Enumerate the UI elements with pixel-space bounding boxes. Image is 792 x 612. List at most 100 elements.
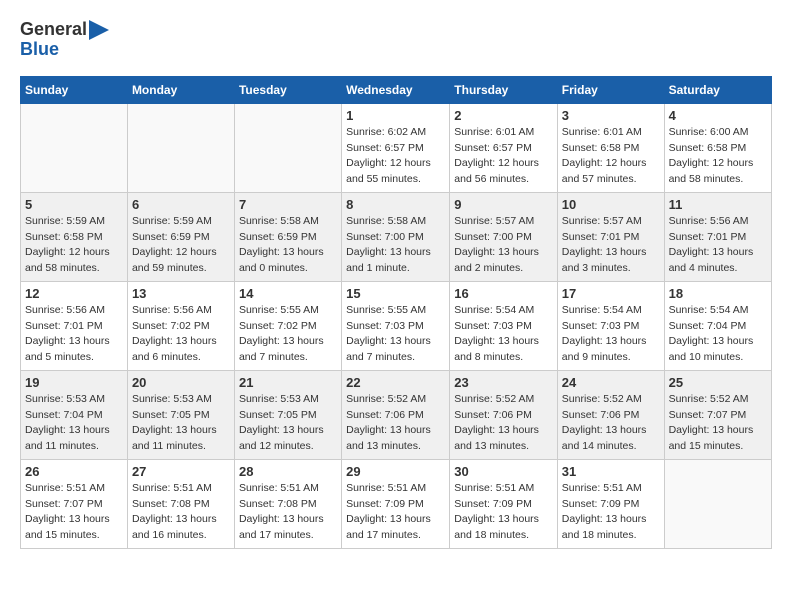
- calendar-day-cell: 16 Sunrise: 5:54 AMSunset: 7:03 PMDayligh…: [450, 281, 558, 370]
- day-of-week-header: Friday: [557, 76, 664, 103]
- day-number: 19: [25, 375, 123, 390]
- day-info: Sunrise: 5:51 AMSunset: 7:07 PMDaylight:…: [25, 481, 123, 544]
- day-info: Sunrise: 5:57 AMSunset: 7:00 PMDaylight:…: [454, 214, 553, 277]
- calendar-day-cell: [127, 103, 234, 192]
- day-info: Sunrise: 5:51 AMSunset: 7:09 PMDaylight:…: [454, 481, 553, 544]
- calendar-day-cell: 25 Sunrise: 5:52 AMSunset: 7:07 PMDayligh…: [664, 370, 771, 459]
- day-number: 9: [454, 197, 553, 212]
- logo-arrow-icon: [89, 20, 109, 40]
- calendar-day-cell: 4 Sunrise: 6:00 AMSunset: 6:58 PMDaylight…: [664, 103, 771, 192]
- day-number: 3: [562, 108, 660, 123]
- calendar-day-cell: 21 Sunrise: 5:53 AMSunset: 7:05 PMDayligh…: [234, 370, 341, 459]
- day-info: Sunrise: 5:53 AMSunset: 7:05 PMDaylight:…: [132, 392, 230, 455]
- day-info: Sunrise: 5:51 AMSunset: 7:08 PMDaylight:…: [132, 481, 230, 544]
- calendar-week-row: 5Sunrise: 5:59 AMSunset: 6:58 PMDaylight…: [21, 192, 772, 281]
- day-info: Sunrise: 6:00 AMSunset: 6:58 PMDaylight:…: [669, 125, 767, 188]
- day-of-week-header: Wednesday: [342, 76, 450, 103]
- calendar-day-cell: 8 Sunrise: 5:58 AMSunset: 7:00 PMDaylight…: [342, 192, 450, 281]
- day-info: Sunrise: 5:54 AMSunset: 7:03 PMDaylight:…: [562, 303, 660, 366]
- day-number: 8: [346, 197, 445, 212]
- day-info: Sunrise: 5:57 AMSunset: 7:01 PMDaylight:…: [562, 214, 660, 277]
- calendar-day-cell: 27Sunrise: 5:51 AMSunset: 7:08 PMDayligh…: [127, 459, 234, 548]
- day-info: Sunrise: 5:53 AMSunset: 7:04 PMDaylight:…: [25, 392, 123, 455]
- calendar-week-row: 26Sunrise: 5:51 AMSunset: 7:07 PMDayligh…: [21, 459, 772, 548]
- calendar-day-cell: 20 Sunrise: 5:53 AMSunset: 7:05 PMDayligh…: [127, 370, 234, 459]
- calendar-day-cell: 15 Sunrise: 5:55 AMSunset: 7:03 PMDayligh…: [342, 281, 450, 370]
- calendar-day-cell: [21, 103, 128, 192]
- day-number: 13: [132, 286, 230, 301]
- calendar-day-cell: 11 Sunrise: 5:56 AMSunset: 7:01 PMDayligh…: [664, 192, 771, 281]
- calendar-day-cell: 12Sunrise: 5:56 AMSunset: 7:01 PMDayligh…: [21, 281, 128, 370]
- calendar-day-cell: 23 Sunrise: 5:52 AMSunset: 7:06 PMDayligh…: [450, 370, 558, 459]
- calendar-week-row: 1Sunrise: 6:02 AMSunset: 6:57 PMDaylight…: [21, 103, 772, 192]
- day-info: Sunrise: 5:59 AMSunset: 6:58 PMDaylight:…: [25, 214, 123, 277]
- day-info: Sunrise: 5:58 AMSunset: 6:59 PMDaylight:…: [239, 214, 337, 277]
- day-of-week-header: Sunday: [21, 76, 128, 103]
- day-number: 11: [669, 197, 767, 212]
- day-info: Sunrise: 5:51 AMSunset: 7:08 PMDaylight:…: [239, 481, 337, 544]
- day-number: 28: [239, 464, 337, 479]
- calendar-day-cell: 30 Sunrise: 5:51 AMSunset: 7:09 PMDayligh…: [450, 459, 558, 548]
- day-number: 17: [562, 286, 660, 301]
- calendar-header-row: SundayMondayTuesdayWednesdayThursdayFrid…: [21, 76, 772, 103]
- calendar-day-cell: 9 Sunrise: 5:57 AMSunset: 7:00 PMDaylight…: [450, 192, 558, 281]
- day-info: Sunrise: 5:52 AMSunset: 7:06 PMDaylight:…: [454, 392, 553, 455]
- calendar-day-cell: 28 Sunrise: 5:51 AMSunset: 7:08 PMDayligh…: [234, 459, 341, 548]
- calendar-day-cell: 6Sunrise: 5:59 AMSunset: 6:59 PMDaylight…: [127, 192, 234, 281]
- day-info: Sunrise: 5:52 AMSunset: 7:07 PMDaylight:…: [669, 392, 767, 455]
- calendar-day-cell: [234, 103, 341, 192]
- day-number: 23: [454, 375, 553, 390]
- calendar-day-cell: 7 Sunrise: 5:58 AMSunset: 6:59 PMDaylight…: [234, 192, 341, 281]
- calendar-week-row: 19 Sunrise: 5:53 AMSunset: 7:04 PMDayligh…: [21, 370, 772, 459]
- day-number: 30: [454, 464, 553, 479]
- calendar-day-cell: 3 Sunrise: 6:01 AMSunset: 6:58 PMDaylight…: [557, 103, 664, 192]
- day-info: Sunrise: 5:53 AMSunset: 7:05 PMDaylight:…: [239, 392, 337, 455]
- day-number: 24: [562, 375, 660, 390]
- calendar-day-cell: 5Sunrise: 5:59 AMSunset: 6:58 PMDaylight…: [21, 192, 128, 281]
- calendar-day-cell: 19 Sunrise: 5:53 AMSunset: 7:04 PMDayligh…: [21, 370, 128, 459]
- day-of-week-header: Thursday: [450, 76, 558, 103]
- day-number: 25: [669, 375, 767, 390]
- day-info: Sunrise: 6:02 AMSunset: 6:57 PMDaylight:…: [346, 125, 445, 188]
- calendar-day-cell: 29Sunrise: 5:51 AMSunset: 7:09 PMDayligh…: [342, 459, 450, 548]
- calendar-day-cell: 22 Sunrise: 5:52 AMSunset: 7:06 PMDayligh…: [342, 370, 450, 459]
- day-info: Sunrise: 6:01 AMSunset: 6:58 PMDaylight:…: [562, 125, 660, 188]
- day-info: Sunrise: 5:51 AMSunset: 7:09 PMDaylight:…: [346, 481, 445, 544]
- day-info: Sunrise: 5:59 AMSunset: 6:59 PMDaylight:…: [132, 214, 230, 277]
- day-number: 18: [669, 286, 767, 301]
- day-of-week-header: Monday: [127, 76, 234, 103]
- logo-text: General Blue: [20, 20, 109, 60]
- calendar-day-cell: 26Sunrise: 5:51 AMSunset: 7:07 PMDayligh…: [21, 459, 128, 548]
- day-number: 15: [346, 286, 445, 301]
- day-info: Sunrise: 5:54 AMSunset: 7:03 PMDaylight:…: [454, 303, 553, 366]
- day-number: 2: [454, 108, 553, 123]
- calendar-day-cell: 24Sunrise: 5:52 AMSunset: 7:06 PMDayligh…: [557, 370, 664, 459]
- calendar-day-cell: 2 Sunrise: 6:01 AMSunset: 6:57 PMDaylight…: [450, 103, 558, 192]
- day-of-week-header: Tuesday: [234, 76, 341, 103]
- day-info: Sunrise: 5:55 AMSunset: 7:02 PMDaylight:…: [239, 303, 337, 366]
- calendar-day-cell: 14Sunrise: 5:55 AMSunset: 7:02 PMDayligh…: [234, 281, 341, 370]
- day-number: 7: [239, 197, 337, 212]
- day-number: 4: [669, 108, 767, 123]
- day-number: 20: [132, 375, 230, 390]
- day-info: Sunrise: 6:01 AMSunset: 6:57 PMDaylight:…: [454, 125, 553, 188]
- day-number: 31: [562, 464, 660, 479]
- day-number: 10: [562, 197, 660, 212]
- logo: General Blue: [20, 20, 109, 60]
- calendar-day-cell: 10 Sunrise: 5:57 AMSunset: 7:01 PMDayligh…: [557, 192, 664, 281]
- day-number: 16: [454, 286, 553, 301]
- day-info: Sunrise: 5:58 AMSunset: 7:00 PMDaylight:…: [346, 214, 445, 277]
- day-number: 21: [239, 375, 337, 390]
- calendar-table: SundayMondayTuesdayWednesdayThursdayFrid…: [20, 76, 772, 549]
- day-info: Sunrise: 5:55 AMSunset: 7:03 PMDaylight:…: [346, 303, 445, 366]
- day-number: 22: [346, 375, 445, 390]
- day-number: 12: [25, 286, 123, 301]
- page-header: General Blue: [20, 20, 772, 60]
- day-info: Sunrise: 5:56 AMSunset: 7:01 PMDaylight:…: [669, 214, 767, 277]
- calendar-day-cell: 13Sunrise: 5:56 AMSunset: 7:02 PMDayligh…: [127, 281, 234, 370]
- day-info: Sunrise: 5:54 AMSunset: 7:04 PMDaylight:…: [669, 303, 767, 366]
- logo-general: General: [20, 20, 87, 40]
- logo-blue: Blue: [20, 40, 109, 60]
- day-info: Sunrise: 5:52 AMSunset: 7:06 PMDaylight:…: [346, 392, 445, 455]
- calendar-day-cell: 18 Sunrise: 5:54 AMSunset: 7:04 PMDayligh…: [664, 281, 771, 370]
